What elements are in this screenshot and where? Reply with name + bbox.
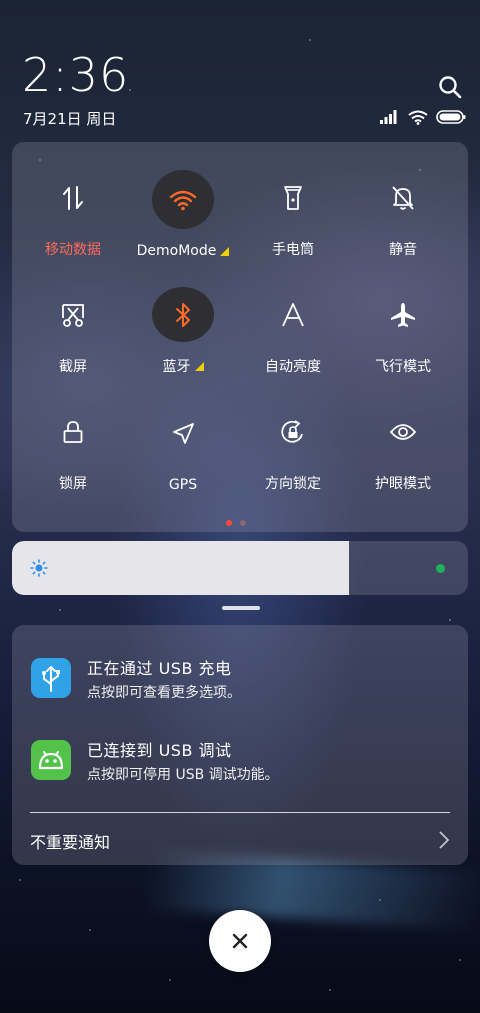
tile-label: 护眼模式 xyxy=(375,476,431,492)
tile-label: GPS xyxy=(168,477,198,493)
tile-label: 截屏 xyxy=(59,359,87,375)
tile-label: DemoMode xyxy=(137,243,230,259)
tile-mute[interactable]: 静音 xyxy=(346,142,460,259)
tile-gps[interactable]: GPS xyxy=(126,376,240,493)
mobile-data-icon xyxy=(42,170,104,225)
android-icon xyxy=(31,740,71,780)
tile-label: 手电筒 xyxy=(272,242,314,258)
tile-label: 移动数据 xyxy=(45,242,101,258)
notification-usb-debugging[interactable]: 已连接到 USB 调试 点按即可停用 USB 调试功能。 xyxy=(12,725,468,795)
unimportant-notifications-label[interactable]: 不重要通知 xyxy=(30,829,110,853)
auto-brightness-icon xyxy=(262,287,324,342)
tile-auto-brightness[interactable]: 自动亮度 xyxy=(236,259,350,376)
status-icons xyxy=(380,108,466,126)
notification-text: 点按即可停用 USB 调试功能。 xyxy=(87,767,279,783)
eye-icon xyxy=(372,404,434,459)
tile-label-text: 蓝牙 xyxy=(162,359,191,375)
expand-arrow-icon xyxy=(194,361,204,371)
tile-mobile-data[interactable]: 移动数据 xyxy=(16,142,130,259)
tile-rotation-lock[interactable]: 方向锁定 xyxy=(236,376,350,493)
page-dot xyxy=(240,520,246,526)
lock-icon xyxy=(42,404,104,459)
tile-label: 蓝牙 xyxy=(163,356,204,376)
clock: 2:36 xyxy=(22,48,130,102)
tile-airplane[interactable]: 飞行模式 xyxy=(346,259,460,376)
bluetooth-icon xyxy=(152,287,214,342)
mute-bell-icon xyxy=(372,170,434,225)
brightness-sun-icon xyxy=(30,559,48,577)
signal-icon xyxy=(380,110,397,124)
tile-label: 方向锁定 xyxy=(265,476,321,492)
tile-screenshot[interactable]: 截屏 xyxy=(16,259,130,376)
search-button[interactable] xyxy=(437,74,465,102)
drag-handle[interactable] xyxy=(222,606,260,610)
tile-label: 锁屏 xyxy=(59,476,87,492)
clear-all-button[interactable] xyxy=(209,910,271,972)
divider xyxy=(30,812,450,813)
notification-usb-charging[interactable]: 正在通过 USB 充电 点按即可查看更多选项。 xyxy=(12,643,468,713)
tile-eye-care[interactable]: 护眼模式 xyxy=(346,376,460,493)
rotation-lock-icon xyxy=(262,404,324,459)
tile-bluetooth[interactable]: 蓝牙 xyxy=(126,259,240,376)
flashlight-icon xyxy=(262,170,324,225)
brightness-max-dot xyxy=(436,564,445,573)
notification-title: 正在通过 USB 充电 xyxy=(87,659,232,678)
close-icon xyxy=(232,933,248,949)
page-indicator xyxy=(226,520,246,526)
expand-arrow-icon xyxy=(220,246,230,256)
notification-title: 已连接到 USB 调试 xyxy=(87,741,232,760)
chevron-right-icon[interactable] xyxy=(438,830,450,850)
usb-icon xyxy=(31,658,71,698)
wifi-icon xyxy=(152,170,214,229)
tile-label-text: DemoMode xyxy=(136,243,217,259)
quick-settings-panel: 移动数据 DemoMode 手电筒 静音 截屏 蓝牙 自动亮度 飞行模式 锁屏 … xyxy=(12,142,468,532)
tile-label: 静音 xyxy=(389,242,417,258)
notification-panel: 正在通过 USB 充电 点按即可查看更多选项。 已连接到 USB 调试 点按即可… xyxy=(12,625,468,865)
battery-icon xyxy=(436,110,466,124)
location-icon xyxy=(152,404,214,463)
airplane-icon xyxy=(372,287,434,342)
notification-text: 点按即可查看更多选项。 xyxy=(87,685,241,701)
search-icon xyxy=(439,76,462,99)
wifi-status-icon xyxy=(408,110,428,125)
tile-label: 自动亮度 xyxy=(265,359,321,375)
brightness-fill xyxy=(12,541,350,595)
brightness-slider[interactable] xyxy=(12,541,468,595)
page-dot-active xyxy=(226,520,232,526)
tile-flashlight[interactable]: 手电筒 xyxy=(236,142,350,259)
tile-lock-screen[interactable]: 锁屏 xyxy=(16,376,130,493)
tile-label: 飞行模式 xyxy=(375,359,431,375)
tile-wifi[interactable]: DemoMode xyxy=(126,142,240,259)
screenshot-icon xyxy=(42,287,104,342)
date: 7月21日 周日 xyxy=(23,110,117,128)
